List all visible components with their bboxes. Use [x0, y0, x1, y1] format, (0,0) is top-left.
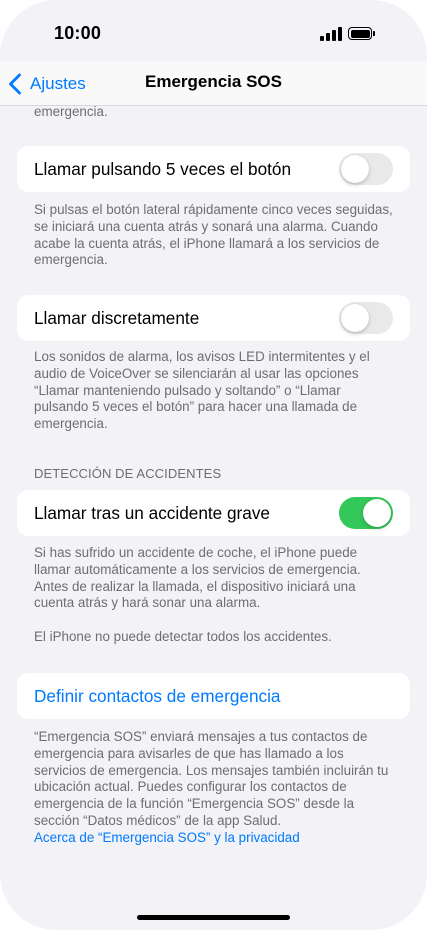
call-5-presses-row[interactable]: Llamar pulsando 5 veces el botón — [17, 146, 410, 192]
crash-detection-footer: Si has sufrido un accidente de coche, el… — [34, 545, 361, 611]
call-5-presses-footer: Si pulsas el botón lateral rápidamente c… — [34, 202, 393, 268]
settings-list[interactable]: emergencia. Llamar pulsando 5 veces el b… — [0, 106, 427, 930]
emergency-contacts-footer: “Emergencia SOS” enviará mensajes a tus … — [34, 729, 396, 847]
navigation-bar: Ajustes Emergencia SOS — [0, 62, 427, 106]
emergency-contacts-link[interactable]: Definir contactos de emergencia — [34, 686, 280, 707]
call-silently-toggle[interactable] — [339, 302, 393, 334]
previous-footer-fragment: emergencia. — [34, 106, 108, 119]
crash-detection-label: Llamar tras un accidente grave — [34, 503, 270, 523]
crash-detection-header: DETECCIÓN DE ACCIDENTES — [34, 466, 222, 481]
crash-detection-row[interactable]: Llamar tras un accidente grave — [17, 490, 410, 536]
privacy-link[interactable]: Acerca de “Emergencia SOS” y la privacid… — [34, 830, 300, 845]
call-5-presses-toggle[interactable] — [339, 153, 393, 185]
call-silently-row[interactable]: Llamar discretamente — [17, 295, 410, 341]
call-silently-footer: Los sonidos de alarma, los avisos LED in… — [34, 349, 370, 432]
call-5-presses-label: Llamar pulsando 5 veces el botón — [34, 159, 292, 179]
crash-detection-toggle[interactable] — [339, 497, 393, 529]
battery-icon — [348, 27, 375, 40]
status-bar: 10:00 — [0, 0, 427, 62]
phone-screen: 10:00 Ajustes Emergencia SOS emergencia.… — [0, 0, 427, 930]
dynamic-island — [147, 14, 279, 54]
page-title: Emergencia SOS — [144, 72, 282, 91]
cellular-signal-icon — [320, 27, 342, 41]
emergency-contacts-footer-text: “Emergencia SOS” enviará mensajes a tus … — [34, 729, 389, 828]
status-time: 10:00 — [54, 23, 102, 43]
call-silently-label: Llamar discretamente — [34, 308, 200, 328]
emergency-contacts-row[interactable]: Definir contactos de emergencia — [17, 673, 410, 719]
home-indicator[interactable] — [137, 915, 290, 920]
crash-detection-note: El iPhone no puede detectar todos los ac… — [34, 629, 332, 644]
